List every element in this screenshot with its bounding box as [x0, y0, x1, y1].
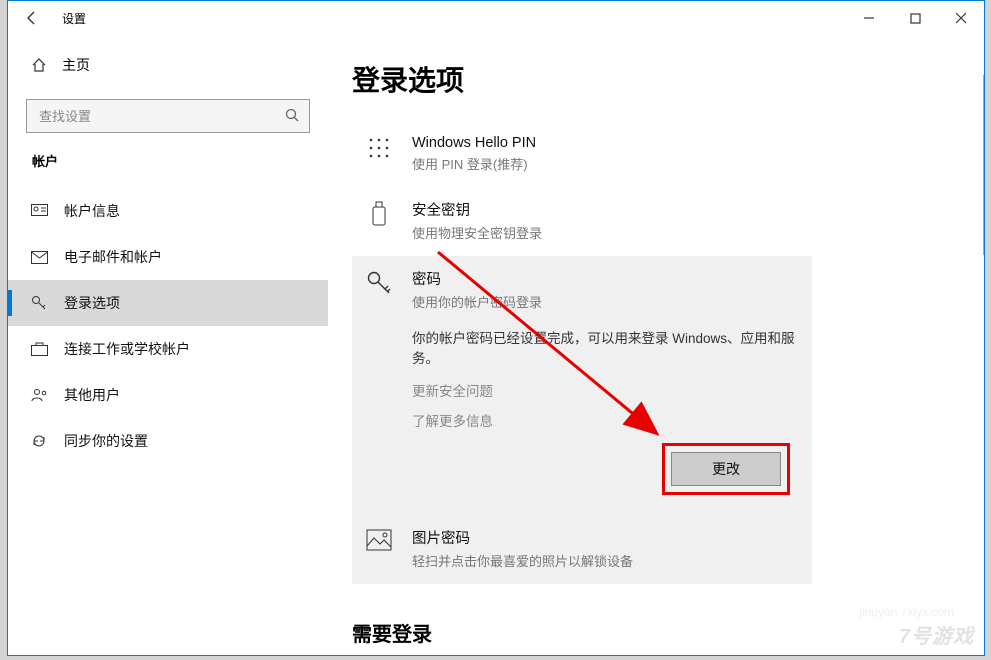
app-title: 设置: [62, 10, 86, 27]
pin-grid-icon: [364, 135, 394, 173]
option-security-key[interactable]: 安全密钥 使用物理安全密钥登录: [352, 187, 812, 256]
sidebar-item-signin-options[interactable]: 登录选项: [8, 280, 328, 326]
option-title: 安全密钥: [412, 199, 796, 220]
people-icon: [30, 388, 48, 402]
option-picture-password[interactable]: 图片密码 轻扫并点击你最喜爱的照片以解锁设备: [352, 515, 812, 584]
category-label: 帐户: [8, 151, 328, 170]
learn-more-link[interactable]: 了解更多信息: [412, 412, 796, 432]
sidebar-item-label: 帐户信息: [64, 201, 120, 221]
sidebar-item-work-school[interactable]: 连接工作或学校帐户: [8, 326, 328, 372]
sidebar-item-label: 登录选项: [64, 293, 120, 313]
home-link[interactable]: 主页: [8, 43, 328, 87]
close-button[interactable]: [938, 1, 984, 35]
sidebar-item-account-info[interactable]: 帐户信息: [8, 188, 328, 234]
usb-key-icon: [364, 199, 394, 242]
sidebar: 主页 帐户 帐户信息 电子邮件和帐户 登录选项: [8, 35, 328, 655]
home-icon: [30, 57, 48, 73]
arrow-left-icon: [24, 10, 40, 26]
option-sub: 使用物理安全密钥登录: [412, 223, 796, 242]
sidebar-item-sync[interactable]: 同步你的设置: [8, 418, 328, 464]
content-area: 登录选项 Windows Hello PIN 使用 PIN 登录(推荐) 安全密…: [328, 35, 984, 655]
option-sub: 使用你的帐户密码登录: [412, 292, 796, 311]
sidebar-item-label: 连接工作或学校帐户: [64, 339, 190, 359]
watermark-url: jingyan.7xiyx.com: [859, 605, 954, 619]
minimize-button[interactable]: [846, 1, 892, 35]
maximize-icon: [910, 13, 921, 24]
search-icon: [285, 108, 300, 128]
sidebar-item-email[interactable]: 电子邮件和帐户: [8, 234, 328, 280]
back-button[interactable]: [8, 1, 56, 35]
sidebar-item-label: 其他用户: [64, 385, 120, 405]
annotation-box: 更改: [662, 443, 790, 495]
maximize-button[interactable]: [892, 1, 938, 35]
option-pin[interactable]: Windows Hello PIN 使用 PIN 登录(推荐): [352, 123, 812, 187]
picture-icon: [364, 527, 394, 570]
watermark-logo: 7号游戏: [899, 620, 974, 649]
option-sub: 使用 PIN 登录(推荐): [412, 154, 796, 173]
password-description: 你的帐户密码已经设置完成，可以用来登录 Windows、应用和服务。: [412, 329, 796, 368]
key-icon: [30, 295, 48, 311]
sidebar-item-other-users[interactable]: 其他用户: [8, 372, 328, 418]
home-label: 主页: [62, 55, 90, 75]
sidebar-item-label: 同步你的设置: [64, 431, 148, 451]
option-title: 图片密码: [412, 527, 796, 548]
titlebar: 设置: [8, 1, 984, 35]
mail-icon: [30, 251, 48, 264]
option-title: 密码: [412, 268, 796, 289]
close-icon: [955, 12, 967, 24]
option-password[interactable]: 密码 使用你的帐户密码登录 你的帐户密码已经设置完成，可以用来登录 Window…: [352, 256, 812, 515]
option-sub: 轻扫并点击你最喜爱的照片以解锁设备: [412, 551, 796, 570]
minimize-icon: [863, 12, 875, 24]
briefcase-icon: [30, 342, 48, 356]
search-input[interactable]: [26, 99, 310, 133]
change-button[interactable]: 更改: [671, 452, 781, 486]
settings-window: 设置 主页 帐户: [7, 0, 985, 656]
sync-icon: [30, 433, 48, 449]
person-card-icon: [30, 204, 48, 218]
sidebar-item-label: 电子邮件和帐户: [64, 247, 162, 267]
option-title: Windows Hello PIN: [412, 135, 796, 151]
update-security-questions-link[interactable]: 更新安全问题: [412, 382, 796, 402]
page-title: 登录选项: [352, 59, 984, 99]
scrollbar-thumb[interactable]: [983, 75, 984, 255]
key-large-icon: [364, 268, 394, 311]
require-signin-title: 需要登录: [352, 618, 984, 647]
